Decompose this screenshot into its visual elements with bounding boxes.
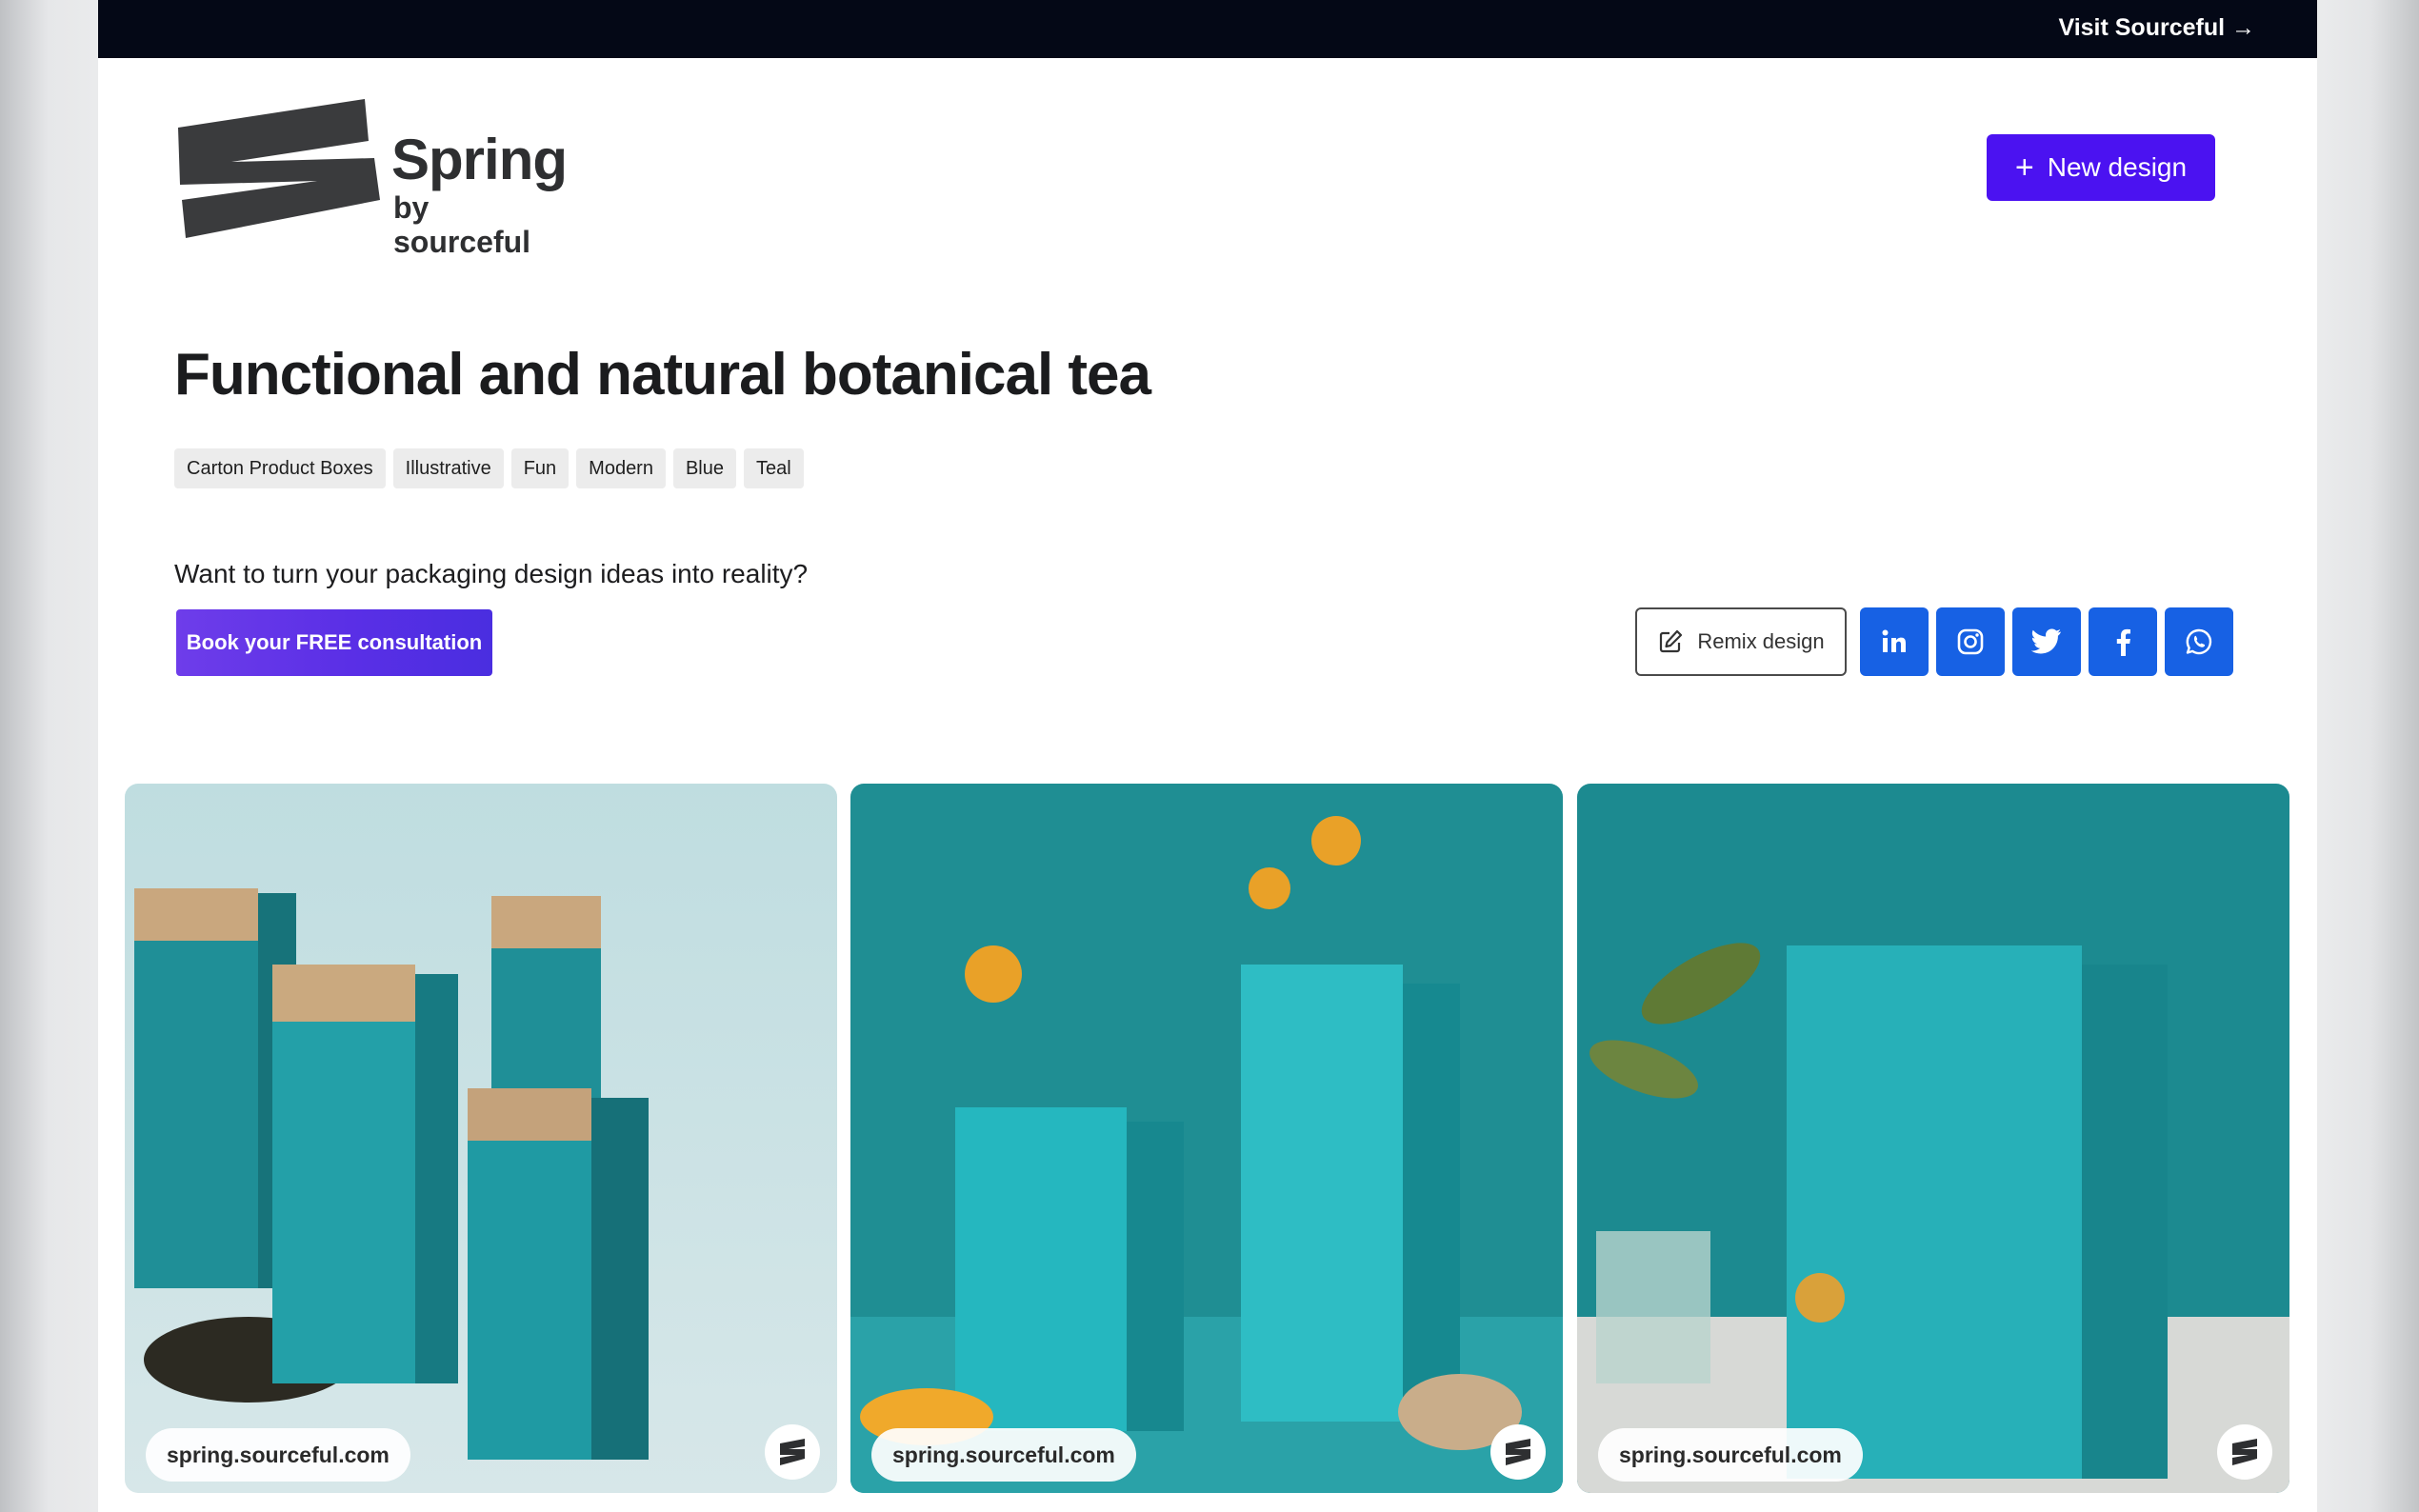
- top-bar: Visit Sourceful →: [98, 0, 2317, 58]
- tag[interactable]: Illustrative: [392, 448, 504, 488]
- remix-design-label: Remix design: [1697, 629, 1825, 653]
- design-image-card[interactable]: spring.sourceful.com: [125, 784, 837, 1493]
- new-design-label: New design: [2047, 152, 2188, 182]
- tag[interactable]: Carton Product Boxes: [174, 448, 386, 488]
- tea-boxes-image: [125, 784, 837, 1493]
- twitter-share-button[interactable]: [2012, 607, 2081, 676]
- tea-box-plant-image: [1577, 784, 2289, 1493]
- spring-logo[interactable]: Spring by sourceful: [174, 95, 574, 259]
- visit-sourceful-link[interactable]: Visit Sourceful →: [2058, 14, 2255, 42]
- facebook-share-button[interactable]: [2089, 607, 2157, 676]
- sourceful-badge-icon: [765, 1424, 820, 1480]
- tag[interactable]: Teal: [744, 448, 804, 488]
- card-source-label: spring.sourceful.com: [146, 1428, 410, 1482]
- whatsapp-icon: [2186, 628, 2212, 655]
- instagram-share-button[interactable]: [1936, 607, 2005, 676]
- sourceful-badge-icon: [1490, 1424, 1546, 1480]
- logo-subtitle: by sourceful: [393, 190, 531, 259]
- logo-wordmark: Spring: [391, 128, 568, 191]
- plus-icon: +: [2014, 149, 2034, 186]
- sourceful-badge-icon: [2217, 1424, 2272, 1480]
- whatsapp-share-button[interactable]: [2165, 607, 2233, 676]
- page: Visit Sourceful → Spring by sourceful + …: [98, 0, 2317, 1512]
- remix-design-button[interactable]: Remix design: [1635, 607, 1847, 676]
- edit-icon: [1660, 629, 1683, 653]
- instagram-icon: [1957, 628, 1984, 655]
- tea-cartons-flowers-image: [850, 784, 1563, 1493]
- new-design-button[interactable]: + New design: [1987, 134, 2215, 201]
- tag[interactable]: Blue: [672, 448, 736, 488]
- cta-question: Want to turn your packaging design ideas…: [174, 559, 809, 588]
- facebook-icon: [2116, 628, 2130, 656]
- design-image-card[interactable]: spring.sourceful.com: [850, 784, 1563, 1493]
- spring-s-mark: [178, 99, 380, 238]
- tag[interactable]: Fun: [510, 448, 570, 488]
- page-title: Functional and natural botanical tea: [174, 342, 1151, 408]
- tag-list: Carton Product Boxes Illustrative Fun Mo…: [174, 448, 804, 488]
- card-source-label: spring.sourceful.com: [1598, 1428, 1863, 1482]
- twitter-icon: [2031, 628, 2061, 654]
- linkedin-share-button[interactable]: [1860, 607, 1929, 676]
- linkedin-icon: [1882, 629, 1906, 652]
- card-source-label: spring.sourceful.com: [871, 1428, 1136, 1482]
- book-consultation-button[interactable]: Book your FREE consultation: [176, 609, 492, 676]
- tag[interactable]: Modern: [576, 448, 666, 488]
- design-image-card[interactable]: spring.sourceful.com: [1577, 784, 2289, 1493]
